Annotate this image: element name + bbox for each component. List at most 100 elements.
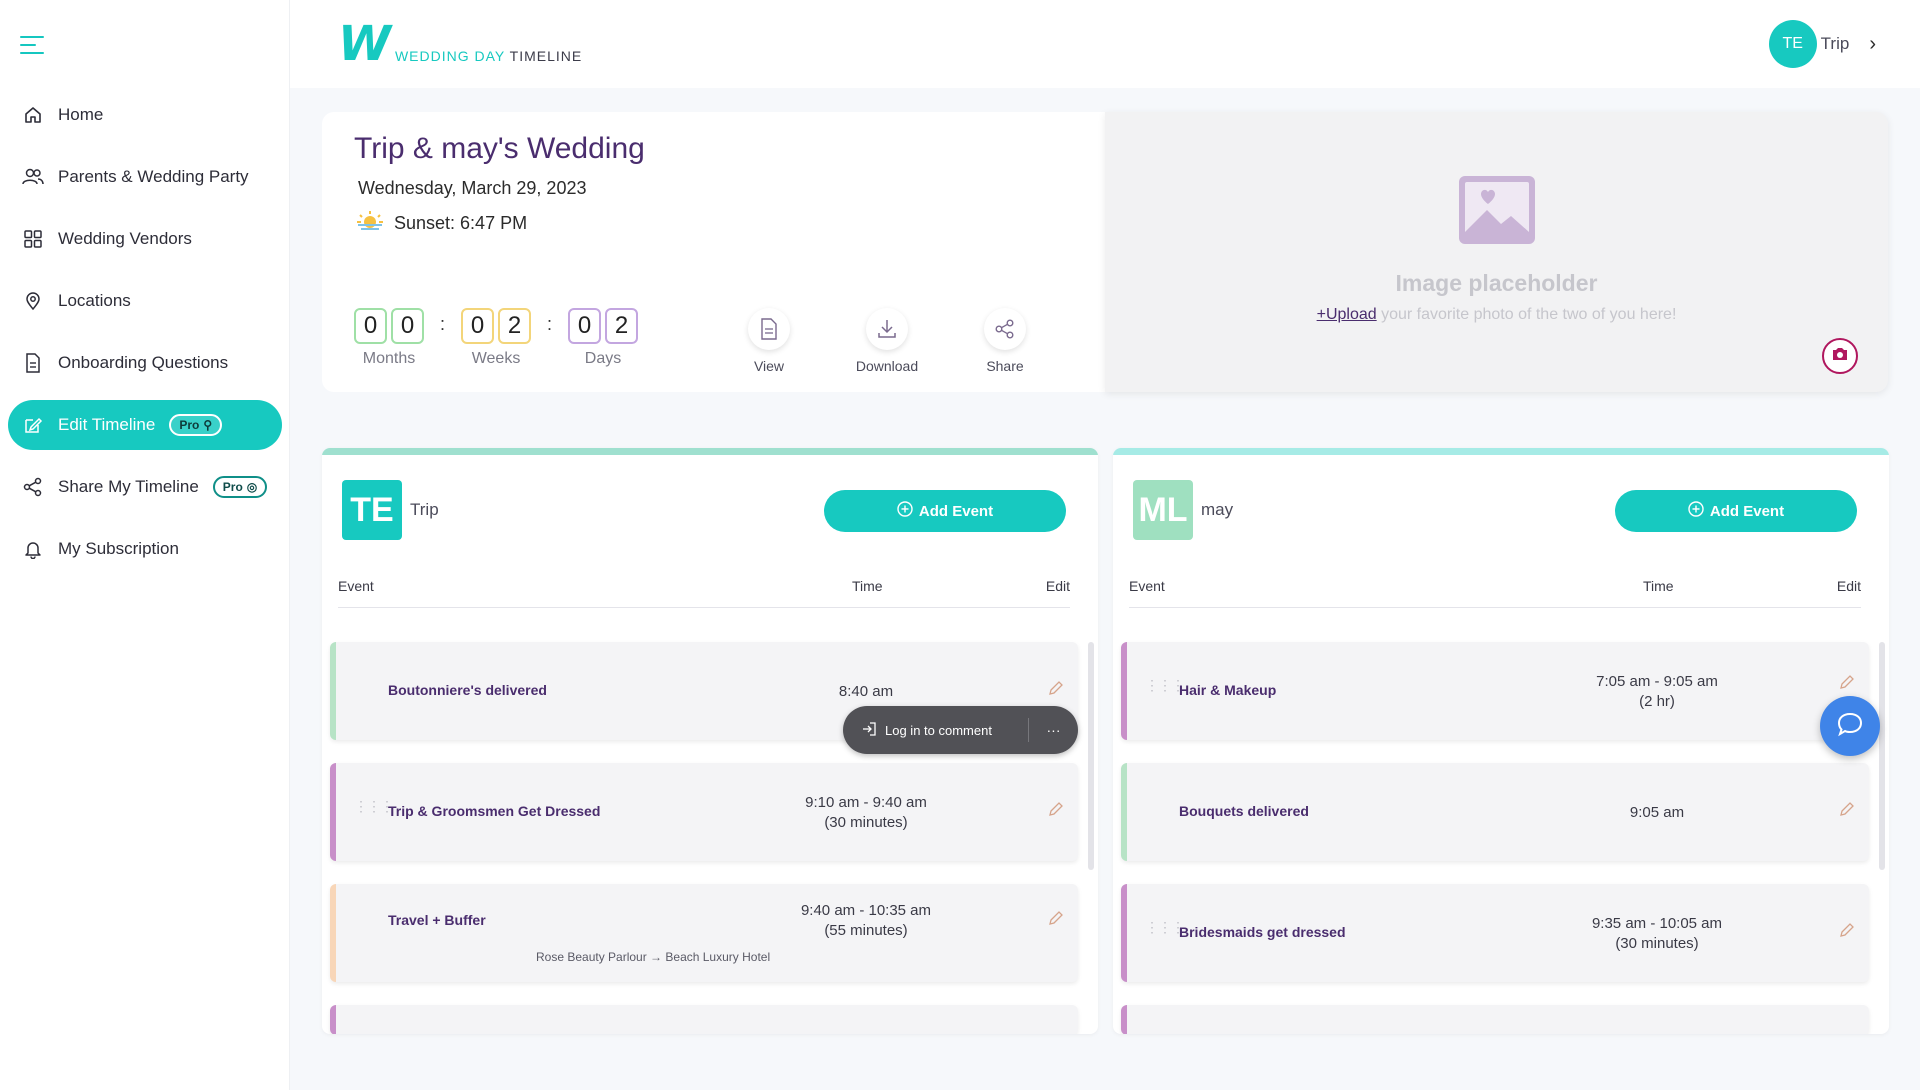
app-logo[interactable]: W WEDDING DAY TIMELINE <box>338 20 582 68</box>
column-header-time: Time <box>852 578 883 594</box>
chat-button[interactable] <box>1820 696 1880 756</box>
event-name: Boutonniere's delivered <box>388 682 547 698</box>
pencil-icon[interactable] <box>1839 922 1855 943</box>
pencil-icon[interactable] <box>1048 910 1064 931</box>
timeline-actions: View Download Share <box>732 308 1042 374</box>
event-name: Travel + Buffer <box>388 912 486 928</box>
sidebar-item-edit-timeline[interactable]: Edit Timeline Pro ⚲ <box>8 400 282 450</box>
sidebar-item-label: Locations <box>58 291 131 310</box>
table-header: Event Time Edit <box>1129 578 1861 608</box>
event-name: Hair & Makeup <box>1179 682 1277 698</box>
avatar: TE <box>342 480 402 540</box>
countdown-digit: 0 <box>568 308 602 344</box>
chevron-right-icon[interactable]: › <box>1869 33 1876 56</box>
wedding-info: Trip & may's Wedding Wednesday, March 29… <box>322 112 1105 392</box>
add-event-button[interactable]: Add Event <box>1615 490 1857 532</box>
view-button[interactable]: View <box>732 308 806 374</box>
more-options-icon[interactable]: ··· <box>1029 722 1078 738</box>
countdown: 0 0 Months : 0 2 Weeks : 0 2 Days <box>354 308 639 368</box>
share-icon <box>984 308 1026 350</box>
event-row[interactable] <box>330 1005 1078 1034</box>
camera-button[interactable] <box>1822 338 1858 374</box>
pencil-icon[interactable] <box>1048 680 1064 701</box>
image-icon <box>1457 174 1537 251</box>
pro-badge: Pro ◎ <box>212 476 268 498</box>
user-menu[interactable]: TE Trip › <box>1768 20 1876 68</box>
sidebar-item-share-my-timeline[interactable]: Share My Timeline Pro ◎ <box>8 462 282 512</box>
pencil-icon[interactable] <box>1839 674 1855 695</box>
sidebar-item-my-subscription[interactable]: My Subscription <box>8 524 282 574</box>
people-icon <box>22 166 44 188</box>
column-header-event: Event <box>1129 578 1165 594</box>
upload-link[interactable]: +Upload <box>1317 306 1377 323</box>
column-header-event: Event <box>338 578 374 594</box>
sidebar-item-wedding-vendors[interactable]: Wedding Vendors <box>8 214 282 264</box>
sidebar: Home Parents & Wedding Party Wedding Ven… <box>0 0 290 1090</box>
event-row[interactable]: Travel + Buffer 9:40 am - 10:35 am (55 mi… <box>330 884 1078 982</box>
add-event-button[interactable]: Add Event <box>824 490 1066 532</box>
panel-owner-name: Trip <box>410 500 439 519</box>
countdown-label: Days <box>584 350 622 367</box>
sidebar-item-locations[interactable]: Locations <box>8 276 282 326</box>
document-icon <box>748 308 790 350</box>
countdown-digit: 0 <box>354 308 387 344</box>
page-title: Trip & may's Wedding <box>354 132 645 165</box>
hamburger-menu-icon[interactable] <box>20 36 44 56</box>
table-header: Event Time Edit <box>338 578 1070 608</box>
edit-icon <box>22 414 44 436</box>
event-name: Trip & Groomsmen Get Dressed <box>388 803 601 819</box>
countdown-digit: 0 <box>461 308 495 344</box>
sidebar-item-home[interactable]: Home <box>8 90 282 140</box>
sidebar-item-label: Share My Timeline <box>58 477 199 496</box>
login-to-comment-button[interactable]: Log in to comment <box>843 718 1029 742</box>
countdown-digit: 2 <box>498 308 532 344</box>
avatar: ML <box>1133 480 1193 540</box>
sidebar-item-parents-wedding-party[interactable]: Parents & Wedding Party <box>8 152 282 202</box>
login-icon <box>861 721 877 740</box>
pencil-icon[interactable] <box>1048 801 1064 822</box>
event-row[interactable]: ⋮⋮⋮ Bridesmaids get dressed 9:35 am - 10… <box>1121 884 1869 982</box>
ring-icon: ◎ <box>246 480 258 494</box>
column-header-time: Time <box>1643 578 1674 594</box>
countdown-separator: : <box>547 314 553 334</box>
countdown-days: 0 2 Days <box>568 308 639 368</box>
share-icon <box>22 476 44 498</box>
event-row[interactable] <box>1121 1005 1869 1034</box>
event-location: Rose Beauty Parlour → Beach Luxury Hotel <box>536 950 771 964</box>
user-name: Trip <box>1820 34 1850 53</box>
pro-badge: Pro ⚲ <box>169 414 223 436</box>
event-row[interactable]: ⋮⋮⋮ Trip & Groomsmen Get Dressed 9:10 am… <box>330 763 1078 861</box>
chat-bubble-icon <box>1836 710 1864 743</box>
scrollbar[interactable] <box>1879 642 1885 870</box>
countdown-label: Months <box>362 350 416 367</box>
event-list: Boutonniere's delivered 8:40 am ⋮⋮⋮ Trip… <box>330 642 1078 1034</box>
event-row[interactable]: Bouquets delivered 9:05 am <box>1121 763 1869 861</box>
sidebar-item-label: Home <box>58 105 104 124</box>
sidebar-item-onboarding-questions[interactable]: Onboarding Questions <box>8 338 282 388</box>
event-time: 9:05 am <box>1629 804 1685 821</box>
event-time: 9:10 am - 9:40 am (30 minutes) <box>805 794 927 831</box>
download-button[interactable]: Download <box>850 308 924 374</box>
sidebar-item-label: Wedding Vendors <box>58 229 192 248</box>
countdown-weeks: 0 2 Weeks <box>461 308 532 368</box>
sunset-info: Sunset: 6:47 PM <box>356 210 527 237</box>
column-header-edit: Edit <box>1836 578 1861 594</box>
sunset-text: Sunset: 6:47 PM <box>394 213 528 233</box>
countdown-separator: : <box>440 314 446 334</box>
event-list: ⋮⋮⋮ Hair & Makeup 7:05 am - 9:05 am (2 hr… <box>1121 642 1869 1034</box>
plus-circle-icon <box>897 501 913 521</box>
placeholder-title: Image placeholder <box>1395 270 1598 296</box>
sidebar-item-label: Parents & Wedding Party <box>58 167 249 186</box>
pencil-icon[interactable] <box>1839 801 1855 822</box>
plus-circle-icon <box>1688 501 1704 521</box>
event-time: 9:40 am - 10:35 am (55 minutes) <box>800 902 932 939</box>
panel-header: TE Trip <box>342 480 439 540</box>
event-row[interactable]: ⋮⋮⋮ Hair & Makeup 7:05 am - 9:05 am (2 hr… <box>1121 642 1869 740</box>
share-button[interactable]: Share <box>968 308 1042 374</box>
panel-owner-name: may <box>1201 500 1234 519</box>
avatar: TE <box>1768 20 1817 68</box>
countdown-digit: 0 <box>391 308 424 344</box>
event-time: 9:35 am - 10:05 am (30 minutes) <box>1591 915 1723 952</box>
sidebar-item-label: Edit Timeline <box>58 415 156 434</box>
scrollbar[interactable] <box>1088 642 1094 870</box>
